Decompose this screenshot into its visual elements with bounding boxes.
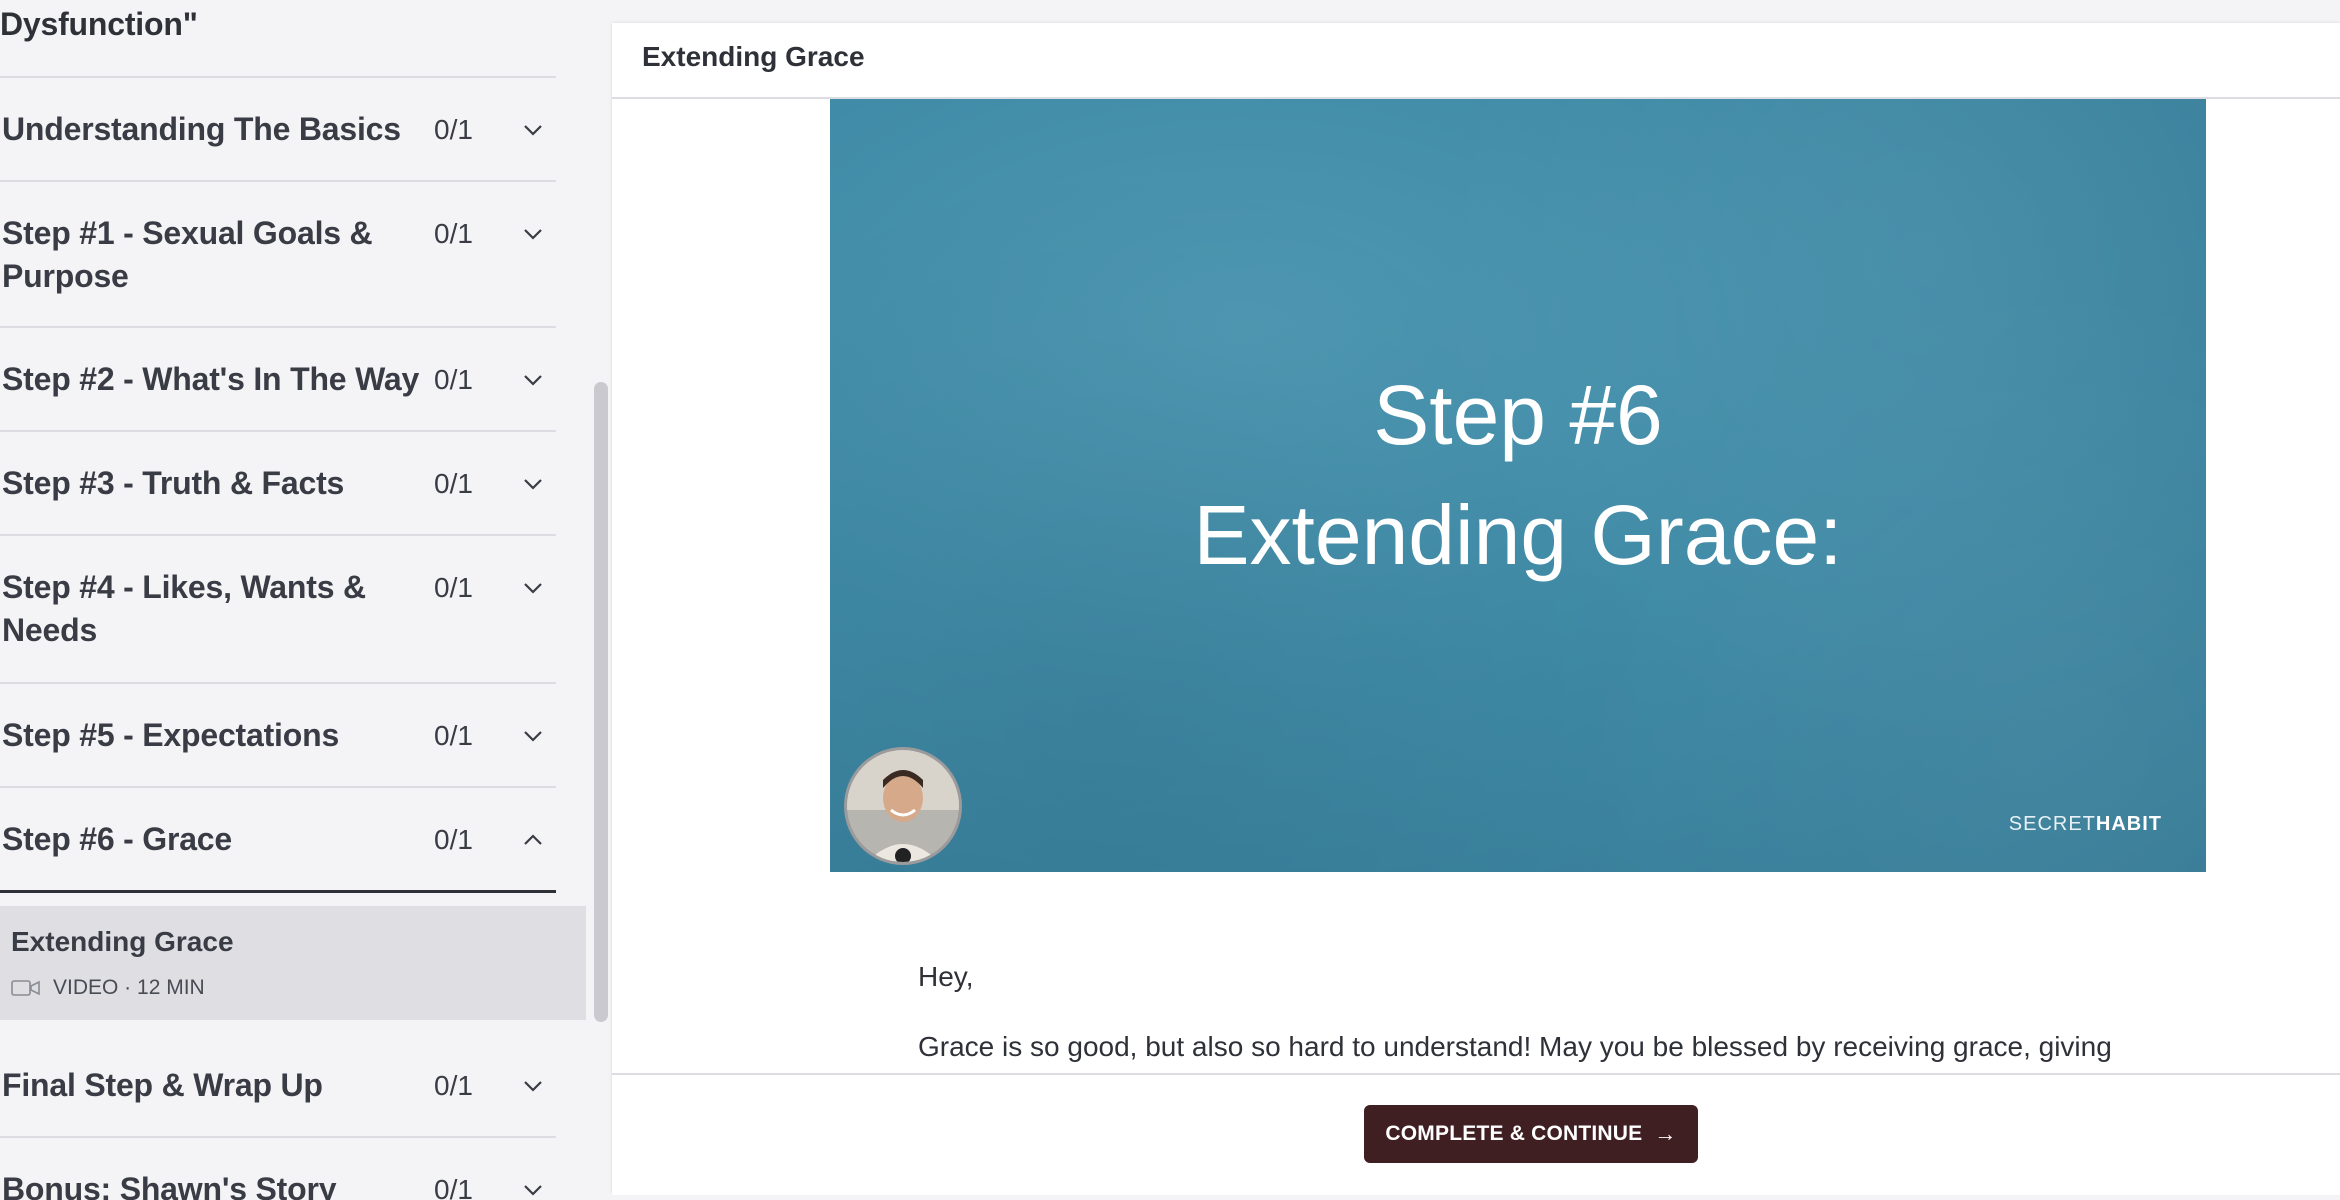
section-progress: 0/1 (434, 364, 473, 395)
lesson-footer: COMPLETE & CONTINUE → (612, 1073, 2340, 1195)
chevron-up-icon[interactable] (521, 828, 545, 852)
section-progress: 0/1 (434, 468, 473, 499)
brand-suffix: HABIT (2095, 813, 2162, 835)
chevron-down-icon[interactable] (521, 576, 545, 600)
section-step-2[interactable]: Step #2 - What's In The Way 0/1 (0, 328, 556, 432)
section-progress: 0/1 (434, 1070, 473, 1101)
chevron-down-icon[interactable] (521, 118, 545, 142)
section-understanding-the-basics[interactable]: Understanding The Basics 0/1 (0, 78, 556, 182)
chevron-down-icon[interactable] (521, 1074, 545, 1098)
section-step-4[interactable]: Step #4 - Likes, Wants & Needs 0/1 (0, 536, 556, 684)
section-title: Understanding The Basics (2, 111, 401, 147)
video-camera-icon (11, 980, 40, 996)
section-title: Final Step & Wrap Up (2, 1067, 323, 1103)
brand-prefix: SECRET (2008, 813, 2096, 835)
section-title: Bonus: Shawn's Story (2, 1171, 337, 1200)
lesson-header-title: Extending Grace (642, 41, 865, 72)
section-progress: 0/1 (434, 114, 473, 145)
course-sidebar: Dysfunction" Understanding The Basics 0/… (0, 0, 588, 1200)
brand-logo: SECRETHABIT (2009, 813, 2162, 836)
chevron-down-icon[interactable] (521, 724, 545, 748)
section-title: Step #6 - Grace (2, 821, 233, 857)
video-texture (830, 99, 2206, 872)
section-step-3[interactable]: Step #3 - Truth & Facts 0/1 (0, 432, 556, 536)
section-progress: 0/1 (434, 218, 473, 249)
section-title: Step #3 - Truth & Facts (2, 465, 345, 501)
section-progress: 0/1 (434, 824, 473, 855)
chevron-down-icon[interactable] (521, 1178, 545, 1200)
section-step-6[interactable]: Step #6 - Grace 0/1 (0, 788, 556, 893)
lesson-item-extending-grace[interactable]: Extending Grace VIDEO · 12 MIN (0, 906, 586, 1020)
lesson-meta: VIDEO · 12 MIN (11, 976, 205, 1000)
section-progress: 0/1 (434, 720, 473, 751)
section-progress: 0/1 (434, 572, 473, 603)
section-bonus[interactable]: Bonus: Shawn's Story 0/1 (0, 1138, 556, 1200)
section-title: Step #5 - Expectations (2, 717, 340, 753)
section-final-step[interactable]: Final Step & Wrap Up 0/1 (0, 1034, 556, 1138)
complete-continue-button[interactable]: COMPLETE & CONTINUE → (1364, 1105, 1698, 1163)
chevron-down-icon[interactable] (521, 472, 545, 496)
section-title: Step #1 - Sexual Goals & Purpose (2, 215, 373, 294)
chevron-down-icon[interactable] (521, 222, 545, 246)
lesson-paragraph: Grace is so good, but also so hard to un… (918, 1031, 2112, 1062)
section-title-truncated[interactable]: Dysfunction" (0, 6, 198, 43)
section-step-5[interactable]: Step #5 - Expectations 0/1 (0, 684, 556, 788)
video-title-line2: Extending Grace: (1193, 488, 1843, 582)
lesson-panel: Extending Grace Step #6 Extending Grace:… (612, 23, 2340, 1195)
video-player[interactable]: Step #6 Extending Grace: SECRETHABIT (830, 99, 2206, 872)
chevron-down-icon[interactable] (521, 368, 545, 392)
section-step-1[interactable]: Step #1 - Sexual Goals & Purpose 0/1 (0, 182, 556, 328)
presenter-avatar (844, 747, 962, 865)
sidebar-scrollbar-thumb[interactable] (594, 382, 608, 1022)
lesson-greeting: Hey, (918, 961, 974, 992)
arrow-right-icon: → (1654, 1121, 1677, 1146)
lesson-header: Extending Grace (612, 23, 2340, 99)
video-title-line1: Step #6 (1373, 368, 1663, 462)
section-title: Step #4 - Likes, Wants & Needs (2, 569, 366, 648)
cta-label: COMPLETE & CONTINUE (1385, 1122, 1643, 1145)
presenter-photo (847, 750, 959, 862)
section-title: Step #2 - What's In The Way (2, 361, 420, 397)
lesson-meta-text: VIDEO · 12 MIN (53, 976, 205, 999)
section-progress: 0/1 (434, 1174, 473, 1200)
lesson-title: Extending Grace (11, 926, 234, 957)
